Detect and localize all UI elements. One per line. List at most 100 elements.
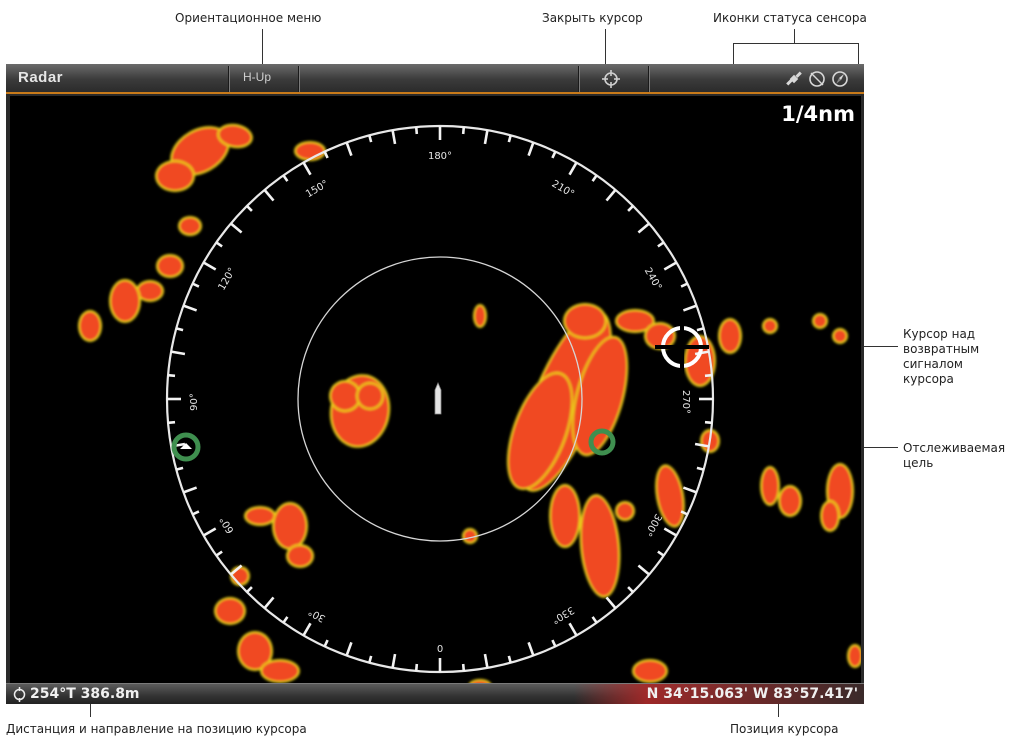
bearing-tick [368, 134, 373, 143]
leader-sensor-status-left [733, 43, 734, 64]
bearing-tick [704, 373, 713, 378]
bottom-status-bar: 254°T 386.8m N 34°15.063' W 83°57.417' [6, 683, 864, 704]
top-status-bar: Radar H-Up [6, 64, 864, 94]
bearing-label: 240° [642, 266, 664, 292]
bearing-tick [627, 205, 634, 212]
radar-viewport[interactable]: 180° 150° 210° 120° 240° 90° 270° 60° 300° 30° 330… [10, 96, 861, 683]
bearing-tick [183, 304, 198, 312]
bearing-tick [345, 142, 353, 157]
radar-return [464, 530, 476, 542]
radar-return [617, 503, 633, 519]
bearing-tick [483, 129, 489, 145]
bearing-tick [230, 222, 243, 234]
cursor-bearing-distance: 254°T 386.8m [30, 686, 140, 702]
radar-return [216, 599, 244, 623]
bearing-tick [663, 261, 678, 271]
bearing-tick [663, 527, 678, 537]
bearing-tick [202, 527, 217, 537]
bearing-tick [192, 282, 200, 288]
radar-return [180, 218, 200, 234]
bearing-tick [175, 327, 184, 332]
bearing-label: 210° [550, 179, 576, 201]
own-vessel-icon [434, 381, 442, 415]
bearing-tick [192, 510, 200, 516]
satellite-icon [786, 71, 802, 86]
heading-sensor-icon [809, 71, 825, 87]
bearing-tick [215, 550, 223, 557]
radar-return [814, 315, 826, 327]
callout-cursor-over-return: Курсор над возвратным сигналом курсора [903, 327, 980, 386]
leader-orientation-menu [262, 29, 263, 67]
bearing-tick [605, 596, 617, 609]
radar-return [551, 486, 579, 546]
bearing-tick [591, 616, 598, 624]
bearing-tick [704, 420, 713, 425]
leader-sensor-status-stem [794, 29, 795, 43]
bearing-tick [302, 622, 312, 637]
radar-display[interactable]: 180° 150° 210° 120° 240° 90° 270° 60° 300° 30° 330… [10, 96, 861, 683]
bearing-tick [696, 466, 705, 471]
bearing-tick [345, 641, 353, 656]
radar-return [138, 282, 162, 300]
bearing-tick [696, 327, 705, 332]
radar-return [111, 281, 139, 321]
bearing-tick [263, 189, 275, 202]
bearing-tick [682, 304, 697, 312]
radar-return [157, 162, 193, 190]
bearing-tick [167, 420, 176, 425]
radar-return [764, 320, 776, 332]
bearing-tick [637, 564, 650, 576]
orientation-menu-button[interactable]: H-Up [243, 70, 271, 84]
bearing-tick [202, 261, 217, 271]
cursor-bearing-icon [13, 687, 26, 702]
bearing-label: 180° [428, 151, 452, 162]
radar-return [158, 256, 182, 276]
bearing-tick [391, 653, 397, 669]
radar-return [246, 508, 274, 524]
bearing-tick [591, 174, 598, 182]
bearing-tick [507, 134, 512, 143]
bearing-tick [461, 126, 466, 135]
bearing-tick [627, 586, 634, 593]
bearing-tick [637, 222, 650, 234]
bearing-tick [323, 639, 329, 647]
bearing-tick [282, 616, 289, 624]
bearing-tick [246, 205, 253, 212]
leader-close-cursor [605, 29, 606, 65]
bearing-tick [263, 596, 275, 609]
bearing-tick [527, 641, 535, 656]
bearing-tick [170, 350, 186, 356]
bearing-tick [323, 151, 329, 159]
callout-close-cursor: Закрыть курсор [542, 11, 643, 25]
bearing-tick [246, 586, 253, 593]
bearing-tick [391, 129, 397, 145]
bearing-tick [568, 622, 578, 637]
bearing-tick [507, 655, 512, 664]
radar-return [274, 504, 306, 548]
bearing-label: 90° [189, 393, 200, 411]
bearing-tick [605, 189, 617, 202]
bearing-label: 270° [680, 390, 691, 414]
bearing-tick [215, 241, 223, 248]
radar-return [834, 330, 846, 342]
bearing-tick [680, 282, 688, 288]
bearing-tick [167, 373, 176, 378]
bearing-tick [282, 174, 289, 182]
crosshair-icon[interactable] [602, 70, 620, 88]
bearing-tick [175, 466, 184, 471]
bearing-tick [414, 126, 419, 135]
leader-sensor-status-right [858, 43, 859, 64]
bar-divider [578, 66, 580, 92]
callout-orientation-menu: Ориентационное меню [175, 11, 322, 25]
radar-return [849, 646, 861, 666]
bearing-tick [657, 241, 665, 248]
bar-divider [648, 66, 650, 92]
bearing-tick [568, 161, 578, 176]
radar-return [475, 306, 485, 326]
radar-return [565, 305, 605, 337]
bearing-label: 60° [218, 514, 236, 535]
radar-return [634, 661, 666, 681]
bearing-tick [483, 653, 489, 669]
radar-return [331, 382, 359, 410]
radar-return [80, 312, 100, 340]
